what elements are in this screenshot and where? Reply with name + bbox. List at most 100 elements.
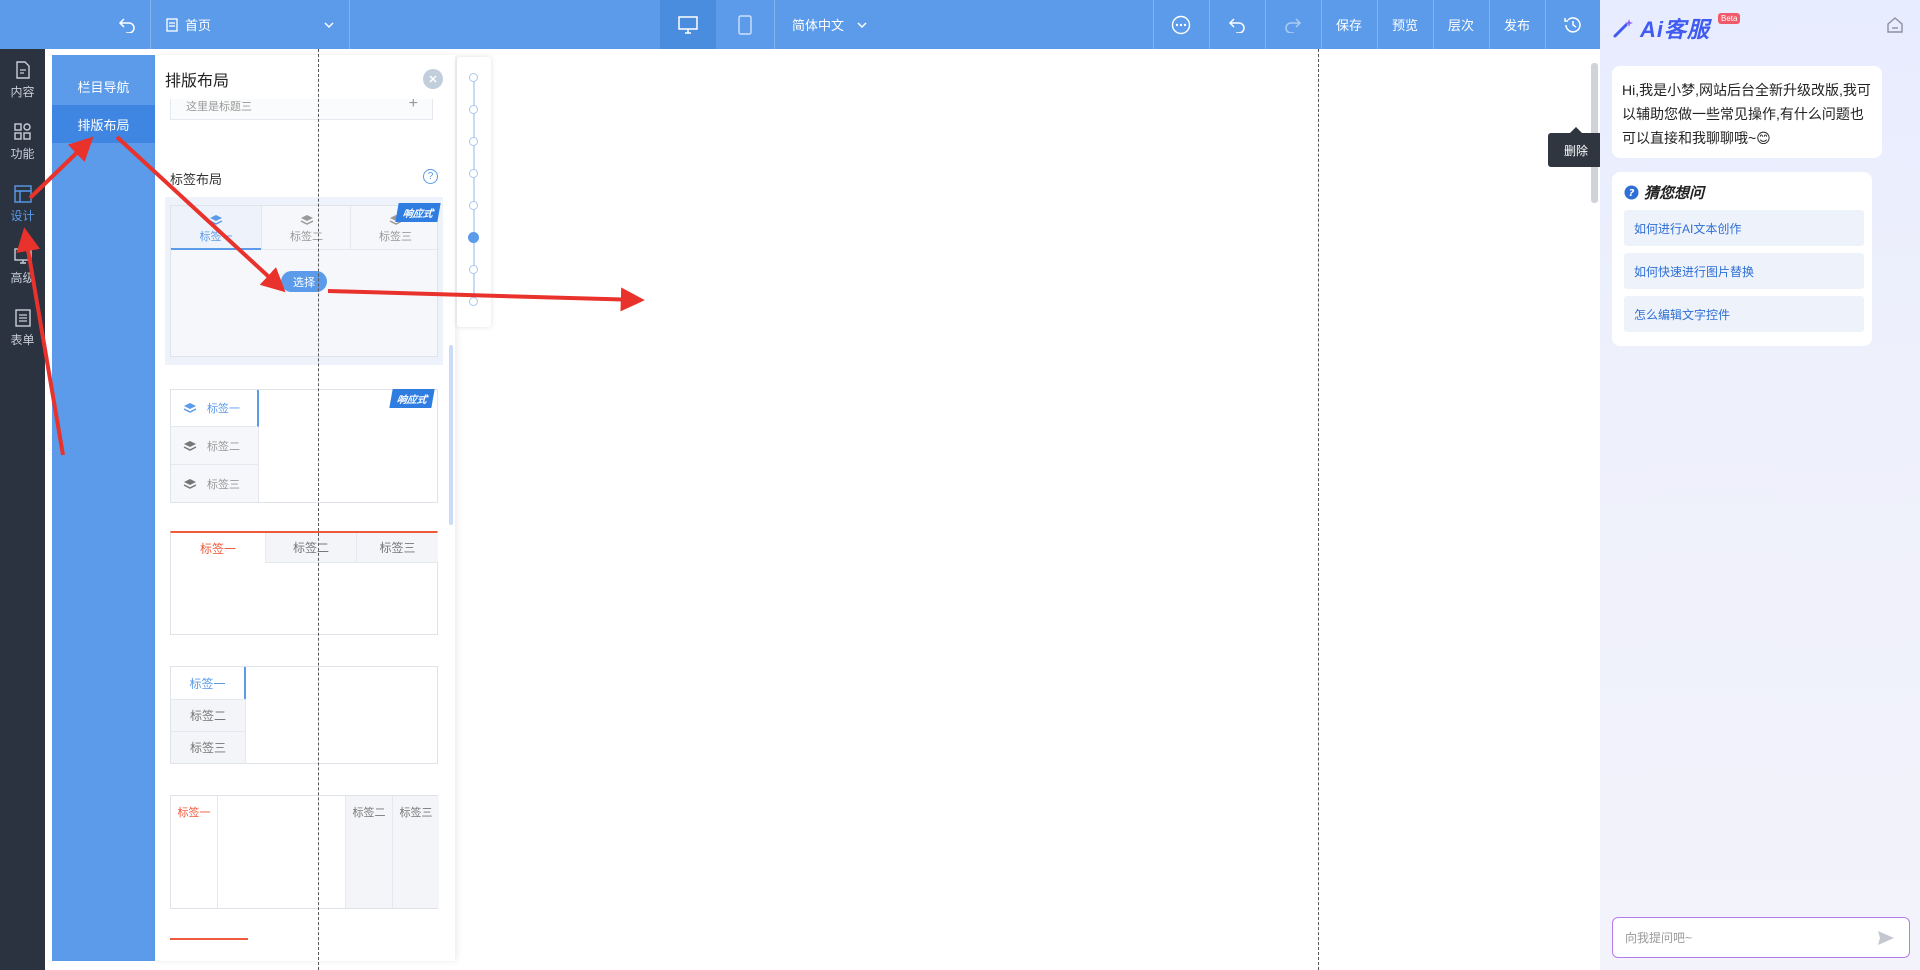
rail-item-design[interactable]: 设计 [0,173,45,235]
suggested-questions: ? 猜您想问 如何进行AI文本创作 如何快速进行图片替换 怎么编辑文字控件 [1612,172,1872,346]
left-rail: 内容 功能 设计 高级 表单 [0,49,45,970]
canvas-guide-left [318,49,319,970]
tab-label: 标签二 [345,796,392,908]
tab-label: 标签三 [379,231,412,243]
ai-logo-text: Ai客服 [1640,17,1711,42]
slider-step[interactable] [469,265,478,274]
redo-button[interactable] [1265,0,1321,49]
language-select[interactable]: 简体中文 [780,0,880,49]
history-button[interactable] [1545,0,1600,49]
layout-icon [13,184,32,203]
rail-item-label: 功能 [10,146,35,161]
slider-step[interactable] [469,297,478,306]
mobile-view-button[interactable] [718,0,772,49]
rail-item-label: 设计 [10,208,35,223]
rail-item-content[interactable]: 内容 [0,49,45,111]
zoom-slider[interactable] [457,57,491,327]
preview-button[interactable]: 预览 [1377,0,1433,49]
layers-icon [300,215,314,225]
rail-item-advanced[interactable]: 高级 [0,235,45,297]
panel-scrollbar[interactable] [449,345,453,525]
rail-item-label: 高级 [10,270,35,285]
ai-assistant-panel: Ai客服 Beta Hi,我是小梦,网站后台全新升级改版,我可以辅助您做一些常见… [1600,0,1920,970]
tab-label: 标签一 [207,403,240,415]
slider-step[interactable] [469,105,478,114]
tab-label: 标签二 [265,533,356,563]
document-icon [15,60,30,79]
tab-label: 标签一 [171,796,218,908]
chevron-down-icon [857,21,867,28]
canvas-guide-right [1318,49,1319,970]
slider-handle[interactable] [468,232,479,243]
grid-icon [13,122,31,140]
responsive-badge: 响应式 [395,203,441,222]
layers-icon [183,478,197,489]
page-select[interactable]: 首页 [165,0,335,49]
layers-icon [183,440,197,451]
rail-item-label: 内容 [10,84,35,99]
close-button[interactable] [423,69,443,89]
panel-title: 排版布局 [165,73,230,90]
back-button[interactable] [108,0,146,49]
page-icon [166,17,178,32]
publish-button[interactable]: 发布 [1489,0,1545,49]
home-button[interactable] [1886,16,1904,39]
page-select-label: 首页 [185,18,212,33]
home-icon [1887,17,1903,33]
tab-template-red-underline[interactable]: 标签一 标签二 标签三 [170,531,438,635]
list-icon [14,308,31,327]
tab-label: 标签三 [171,731,246,763]
subnav-item-column-nav[interactable]: 栏目导航 [52,67,155,105]
tab-template-vertical-text[interactable]: 标签一 标签二 标签三 [170,666,438,764]
more-button[interactable] [1153,0,1209,49]
responsive-badge: 响应式 [389,389,435,408]
language-label: 简体中文 [791,18,844,33]
rail-item-function[interactable]: 功能 [0,111,45,173]
ai-chat-input[interactable]: 向我提问吧~ [1612,917,1910,958]
tab-item: 标签二 [171,427,259,465]
layers-icon [209,215,223,225]
slider-step[interactable] [469,73,478,82]
tab-item: 标签三 [171,465,259,502]
help-icon[interactable]: ? [423,169,438,184]
back-arrow-icon [118,17,135,33]
mobile-icon [738,14,752,35]
tab-item: 标签一 [171,390,259,427]
slider-step[interactable] [469,137,478,146]
redo-icon [1285,17,1302,33]
partial-row-label: 这里是标题三 [186,101,252,113]
suggested-title-text: 猜您想问 [1644,185,1705,202]
tab-template-columns[interactable]: 标签一 标签二 标签三 [170,795,439,909]
ai-input-placeholder: 向我提问吧~ [1625,931,1693,945]
suggested-title: ? 猜您想问 [1624,182,1704,203]
send-icon[interactable] [1877,930,1895,946]
monitor-icon [13,247,32,264]
undo-button[interactable] [1209,0,1265,49]
design-subnav: 栏目导航 排版布局 [52,55,155,961]
ai-logo: Ai客服 [1612,12,1710,44]
suggested-question[interactable]: 怎么编辑文字控件 [1624,296,1864,332]
subnav-item-layout[interactable]: 排版布局 [52,105,155,143]
tab-label: 标签三 [207,478,240,491]
save-button[interactable]: 保存 [1321,0,1377,49]
tab-template-vertical-icons[interactable]: 标签一 标签二 标签三 响应式 [170,389,438,503]
suggested-question[interactable]: 如何进行AI文本创作 [1624,210,1864,246]
tab-label: 标签三 [392,796,439,908]
tab-label: 标签一 [199,231,233,243]
magic-wand-icon [1613,19,1633,38]
select-button[interactable]: 选择 [281,271,327,292]
desktop-view-button[interactable] [660,0,716,49]
slider-step[interactable] [469,169,478,178]
layers-button[interactable]: 层次 [1433,0,1489,49]
tab-item: 标签一 [171,206,261,250]
rail-item-form[interactable]: 表单 [0,297,45,359]
section-label: 标签布局 [170,172,223,187]
slider-step[interactable] [469,201,478,210]
tab-label: 标签二 [290,231,323,243]
ai-greeting-bubble: Hi,我是小梦,网站后台全新升级改版,我可以辅助您做一些常见操作,有什么问题也可… [1612,66,1882,158]
layout-template-panel: 这里是标题三 + 排版布局 标签布局 ? 标签一 标签二 标签三 响应式 选择 … [155,55,455,961]
suggested-question[interactable]: 如何快速进行图片替换 [1624,253,1864,289]
close-icon [429,75,437,83]
chevron-down-icon [324,21,334,28]
tab-item: 标签二 [261,206,350,250]
